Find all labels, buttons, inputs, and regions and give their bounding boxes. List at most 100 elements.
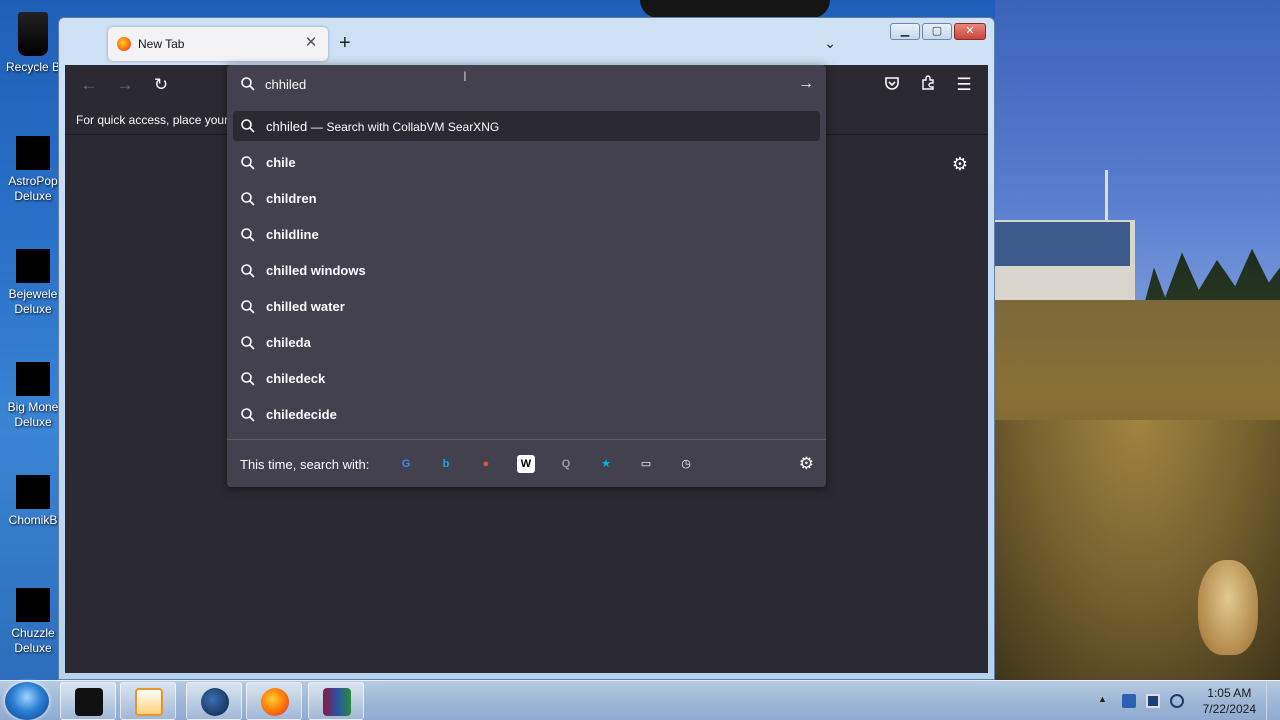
suggestion-list: chhiled — Search with CollabVM SearXNG c… <box>233 111 820 433</box>
suggestion-text: chilled water <box>266 299 345 314</box>
astropop-icon <box>16 136 50 170</box>
bookmarks-icon[interactable]: ★ <box>597 455 615 473</box>
suggestion-text: chiledecide <box>266 407 337 422</box>
bejeweled-icon <box>16 249 50 283</box>
search-icon <box>241 192 255 206</box>
window-controls: ▁ ▢ ✕ <box>890 23 986 40</box>
tab-title: New Tab <box>138 37 185 51</box>
search-icon <box>241 228 255 242</box>
search-settings-gear-icon[interactable]: ⚙ <box>799 454 814 474</box>
urlbar-input-row: I → <box>227 65 826 107</box>
desktop-icon-chuzzle[interactable]: Chuzzle Deluxe <box>0 588 66 656</box>
search-icon <box>241 300 255 314</box>
globe-icon <box>201 688 229 716</box>
go-arrow-icon[interactable]: → <box>798 75 814 93</box>
taskbar: ▲ 1:05 AM 7/22/2024 <box>0 680 1280 720</box>
suggestion-search-engine[interactable]: chhiled — Search with CollabVM SearXNG <box>233 111 820 141</box>
big-money-icon <box>16 362 50 396</box>
taskbar-item-firefox[interactable] <box>246 682 302 720</box>
new-tab-button[interactable]: + <box>339 33 351 53</box>
menu-hamburger-icon[interactable]: ☰ <box>954 75 974 95</box>
tray-app-icon[interactable] <box>1122 694 1136 708</box>
bing-icon[interactable]: b <box>437 455 455 473</box>
chomik-icon <box>16 475 50 509</box>
show-desktop-button[interactable] <box>1266 681 1280 720</box>
tab-new-tab[interactable]: New Tab ✕ <box>108 27 328 61</box>
one-off-search-bar: This time, search with: Gb ● W Q ★ ▭ ◷ ⚙ <box>227 439 826 487</box>
taskbar-item-terminal[interactable] <box>60 682 116 720</box>
close-tab-icon[interactable]: ✕ <box>302 34 320 52</box>
network-icon[interactable] <box>1146 694 1160 708</box>
recycle-bin-icon <box>18 12 48 56</box>
clock-time: 1:05 AM <box>1207 686 1252 700</box>
suggestion-item[interactable]: chiledecide <box>233 397 820 433</box>
gopher-image <box>1198 560 1258 655</box>
suggestion-item[interactable]: chileda <box>233 325 820 361</box>
suggestion-text: childline <box>266 227 319 242</box>
back-arrow-icon[interactable]: ← <box>79 75 99 95</box>
google-icon[interactable]: G <box>397 455 415 473</box>
close-window-button[interactable]: ✕ <box>954 23 986 40</box>
suggestion-item[interactable]: chilled water <box>233 289 820 325</box>
suggestion-item[interactable]: chiledeck <box>233 361 820 397</box>
extensions-icon[interactable] <box>918 75 938 95</box>
forward-arrow-icon[interactable]: → <box>115 75 135 95</box>
search-icon <box>241 264 255 278</box>
terminal-icon <box>75 688 103 716</box>
desktop-icon-bejeweled[interactable]: Bejewele Deluxe <box>0 249 66 317</box>
taskbar-item-globe[interactable] <box>186 682 242 720</box>
desktop-icon-astropop[interactable]: AstroPop Deluxe <box>0 136 66 204</box>
history-icon[interactable]: ◷ <box>677 455 695 473</box>
suggestion-text: children <box>266 191 317 206</box>
search-icon <box>241 77 255 91</box>
taskbar-item-winrar[interactable] <box>308 682 364 720</box>
volume-icon[interactable] <box>1170 694 1184 708</box>
suggestion-item[interactable]: children <box>233 181 820 217</box>
pocket-icon[interactable] <box>882 75 902 95</box>
suggestion-query: chhiled <box>266 119 308 134</box>
desktop-wallpaper <box>995 0 1280 680</box>
suggestion-item[interactable]: childline <box>233 217 820 253</box>
text-cursor-icon: I <box>463 68 467 84</box>
clock[interactable]: 1:05 AM 7/22/2024 <box>1203 685 1256 717</box>
suggestion-description: Search with CollabVM SearXNG <box>326 120 500 134</box>
wallpaper-hat-shape <box>640 0 830 18</box>
one-off-label: This time, search with: <box>240 457 370 472</box>
desktop-icon-chomik[interactable]: ChomikB <box>0 475 66 528</box>
firefox-icon <box>117 37 131 51</box>
desktop-icon-recycle-bin[interactable]: Recycle B <box>0 6 66 75</box>
duckduckgo-icon[interactable]: ● <box>477 455 495 473</box>
search-icon <box>241 336 255 350</box>
list-all-tabs-chevron-icon[interactable]: ⌄ <box>824 35 836 52</box>
urlbar-input[interactable] <box>265 77 765 92</box>
suggestion-text: chileda <box>266 335 311 350</box>
winrar-icon <box>323 688 351 716</box>
search-icon <box>241 372 255 386</box>
suggestion-item[interactable]: chile <box>233 145 820 181</box>
media-player-icon <box>135 688 163 716</box>
search-icon <box>241 408 255 422</box>
search-icon <box>241 119 255 133</box>
wikipedia-icon[interactable]: W <box>517 455 535 473</box>
maximize-button[interactable]: ▢ <box>922 23 952 40</box>
search-icon <box>241 156 255 170</box>
start-button[interactable] <box>5 682 49 720</box>
tabs-icon[interactable]: ▭ <box>637 455 655 473</box>
taskbar-item-media-player[interactable] <box>120 682 176 720</box>
chuzzle-icon <box>16 588 50 622</box>
minimize-button[interactable]: ▁ <box>890 23 920 40</box>
searxng-icon[interactable]: Q <box>557 455 575 473</box>
suggestion-text: chilled windows <box>266 263 366 278</box>
show-hidden-icons-chevron-icon[interactable]: ▲ <box>1098 694 1112 708</box>
bookmarks-hint-text: For quick access, place your l <box>76 113 235 127</box>
suggestion-text: chiledeck <box>266 371 326 386</box>
desktop-icon-big-money[interactable]: Big Mone Deluxe <box>0 362 66 430</box>
new-tab-settings-gear-icon[interactable]: ⚙ <box>952 154 968 175</box>
clock-date: 7/22/2024 <box>1202 702 1256 716</box>
reload-icon[interactable]: ↻ <box>151 75 171 95</box>
suggestion-separator: — <box>310 120 323 134</box>
firefox-icon <box>261 688 289 716</box>
system-tray: ▲ 1:05 AM 7/22/2024 <box>1090 681 1280 720</box>
suggestion-text: chile <box>266 155 296 170</box>
suggestion-item[interactable]: chilled windows <box>233 253 820 289</box>
